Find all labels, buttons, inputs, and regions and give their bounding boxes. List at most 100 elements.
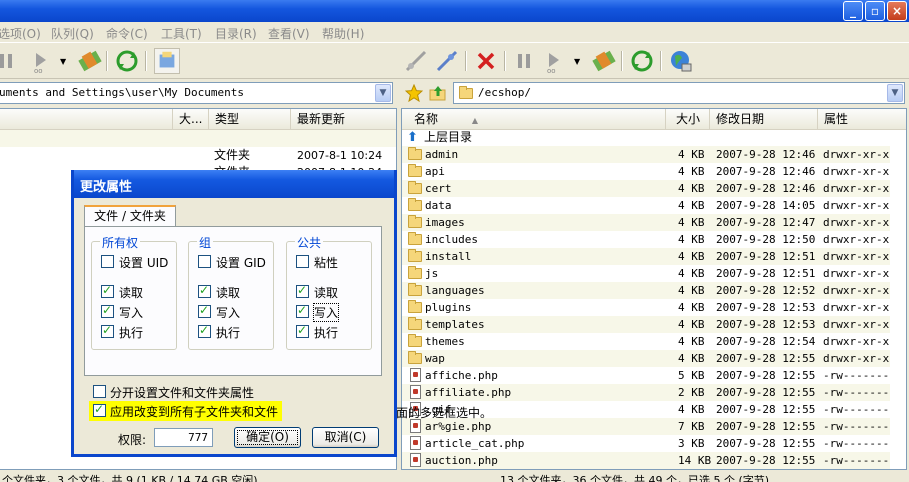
file-attr: drwxr-xr-x <box>823 165 890 178</box>
table-row[interactable]: js 4 KB 2007-9-28 12:51 drwxr-xr-x <box>402 265 890 282</box>
group-write-checkbox[interactable] <box>198 303 211 318</box>
folder-icon <box>408 317 422 330</box>
table-row[interactable]: affiliate.php 2 KB 2007-9-28 12:55 -rw-----… <box>402 384 890 401</box>
file-size: 7 KB <box>678 420 705 433</box>
file-attr: drwxr-xr-x <box>823 148 890 161</box>
refresh-icon[interactable] <box>114 48 140 74</box>
public-write-checkbox[interactable] <box>296 303 309 318</box>
file-date: 2007-9-28 12:55 <box>716 420 816 433</box>
permission-input[interactable]: 777 <box>154 428 213 447</box>
cancel-button[interactable]: 取消(C) <box>312 427 379 448</box>
remote-col-modified[interactable]: 修改日期 <box>710 109 818 129</box>
file-name: affiche.php <box>425 369 498 382</box>
menu-options[interactable]: 选项(O) <box>0 25 41 42</box>
table-row[interactable]: api 4 KB 2007-9-28 12:46 drwxr-xr-x <box>402 163 890 180</box>
remote-dropdown-arrow-icon[interactable]: ▼ <box>574 57 580 66</box>
table-row[interactable]: cert 4 KB 2007-9-28 12:46 drwxr-xr-x <box>402 180 890 197</box>
file-date: 2007-9-28 12:51 <box>716 250 816 263</box>
tab-file-folder[interactable]: 文件 / 文件夹 <box>84 205 176 227</box>
file-date: 2007-9-28 12:53 <box>716 301 816 314</box>
disconnect-icon[interactable] <box>434 48 460 74</box>
file-date: 2007-9-28 12:55 <box>716 369 816 382</box>
folder-icon <box>408 249 422 262</box>
stop-queue-icon[interactable]: oo <box>30 48 56 74</box>
file-size: 4 KB <box>678 267 705 280</box>
menu-commands[interactable]: 命令(C) <box>106 25 148 42</box>
table-row[interactable]: images 4 KB 2007-9-28 12:47 drwxr-xr-x <box>402 214 890 231</box>
transfer-icon[interactable] <box>77 48 103 74</box>
file-date: 2007-9-28 12:53 <box>716 318 816 331</box>
apply-subfolders-checkbox[interactable] <box>93 402 106 417</box>
connect-icon[interactable] <box>403 48 429 74</box>
pause-icon[interactable] <box>0 48 20 74</box>
menu-tools[interactable]: 工具(T) <box>161 25 202 42</box>
public-exec-checkbox[interactable] <box>296 323 309 338</box>
up-folder-icon[interactable] <box>429 84 447 102</box>
menu-view[interactable]: 查看(V) <box>268 25 310 42</box>
php-file-icon <box>410 385 421 399</box>
file-name: images <box>425 216 465 229</box>
file-attr: drwxr-xr-x <box>823 199 890 212</box>
favorites-star-icon[interactable] <box>405 84 423 102</box>
local-col-name[interactable] <box>0 109 173 129</box>
minimize-button[interactable]: _ <box>843 1 863 21</box>
close-button[interactable]: × <box>887 1 907 21</box>
remote-col-name[interactable]: 名称 ▲ <box>402 109 666 129</box>
setuid-checkbox[interactable] <box>101 255 114 268</box>
remote-pause-icon[interactable] <box>512 48 538 74</box>
file-attr: -rw------- <box>823 454 890 467</box>
local-col-size[interactable]: 大... <box>173 109 209 129</box>
separate-attributes-checkbox[interactable] <box>93 385 106 398</box>
view-mode-icon[interactable] <box>154 48 180 74</box>
remote-transfer-icon[interactable] <box>591 48 617 74</box>
public-read-checkbox[interactable] <box>296 283 309 298</box>
remote-address-combo[interactable]: /ecshop/ ▼ <box>453 82 905 104</box>
owner-exec-checkbox[interactable] <box>101 323 114 338</box>
setgid-checkbox[interactable] <box>198 255 211 268</box>
group-read-checkbox[interactable] <box>198 283 211 298</box>
table-row[interactable]: article_cat.php 3 KB 2007-9-28 12:55 -rw---… <box>402 435 890 452</box>
dropdown-arrow-icon[interactable]: ▼ <box>60 57 66 66</box>
public-group: 公共 粘性 读取 写入 执行 <box>286 234 372 350</box>
restore-button[interactable]: ▫ <box>865 1 885 21</box>
remote-address-dropdown-icon[interactable]: ▼ <box>887 84 903 102</box>
local-row-empty[interactable] <box>0 130 396 147</box>
folder-icon <box>408 334 422 347</box>
owner-read-checkbox[interactable] <box>101 283 114 298</box>
file-size: 4 KB <box>678 403 705 416</box>
folder-icon <box>408 164 422 177</box>
group-exec-checkbox[interactable] <box>198 323 211 338</box>
local-col-type[interactable]: 类型 <box>209 109 291 129</box>
local-col-modified[interactable]: 最新更新 <box>291 109 396 129</box>
menu-directory[interactable]: 目录(R) <box>215 25 257 42</box>
table-row[interactable]: auction.php 14 KB 2007-9-28 12:55 -rw------… <box>402 452 890 469</box>
dialog-title-bar[interactable]: 更改属性 <box>74 170 394 198</box>
ok-button[interactable]: 确定(O) <box>234 427 301 448</box>
sticky-checkbox[interactable] <box>296 255 309 268</box>
table-row[interactable]: languages 4 KB 2007-9-28 12:52 drwxr-xr-x <box>402 282 890 299</box>
table-row[interactable]: templates 4 KB 2007-9-28 12:53 drwxr-xr-x <box>402 316 890 333</box>
table-row[interactable]: wap 4 KB 2007-9-28 12:55 drwxr-xr-x <box>402 350 890 367</box>
table-row[interactable]: 文件夹 2007-8-1 10:24 <box>0 147 396 164</box>
local-address-dropdown-icon[interactable]: ▼ <box>375 84 391 102</box>
table-row[interactable]: includes 4 KB 2007-9-28 12:50 drwxr-xr-x <box>402 231 890 248</box>
owner-write-checkbox[interactable] <box>101 303 114 318</box>
delete-icon[interactable] <box>473 48 499 74</box>
table-row[interactable]: plugins 4 KB 2007-9-28 12:53 drwxr-xr-x <box>402 299 890 316</box>
remote-col-attr[interactable]: 属性 <box>818 109 906 129</box>
remote-refresh-icon[interactable] <box>629 48 655 74</box>
local-address-combo[interactable]: uments and Settings\user\My Documents ▼ <box>0 82 393 104</box>
globe-icon[interactable] <box>668 48 694 74</box>
remote-address-folder-icon <box>459 86 473 99</box>
table-row[interactable]: themes 4 KB 2007-9-28 12:54 drwxr-xr-x <box>402 333 890 350</box>
table-row[interactable]: affiche.php 5 KB 2007-9-28 12:55 -rw------- <box>402 367 890 384</box>
remote-col-size[interactable]: 大小 <box>666 109 710 129</box>
menu-help[interactable]: 帮助(H) <box>322 25 364 42</box>
menu-queue[interactable]: 队列(Q) <box>51 25 94 42</box>
table-row[interactable]: install 4 KB 2007-9-28 12:51 drwxr-xr-x <box>402 248 890 265</box>
remote-stop-queue-icon[interactable]: oo <box>543 48 569 74</box>
up-directory-row[interactable]: ⬆ 上层目录 <box>402 129 890 146</box>
table-row[interactable]: admin 4 KB 2007-9-28 12:46 drwxr-xr-x <box>402 146 890 163</box>
table-row[interactable]: data 4 KB 2007-9-28 14:05 drwxr-xr-x <box>402 197 890 214</box>
folder-icon <box>408 181 422 194</box>
